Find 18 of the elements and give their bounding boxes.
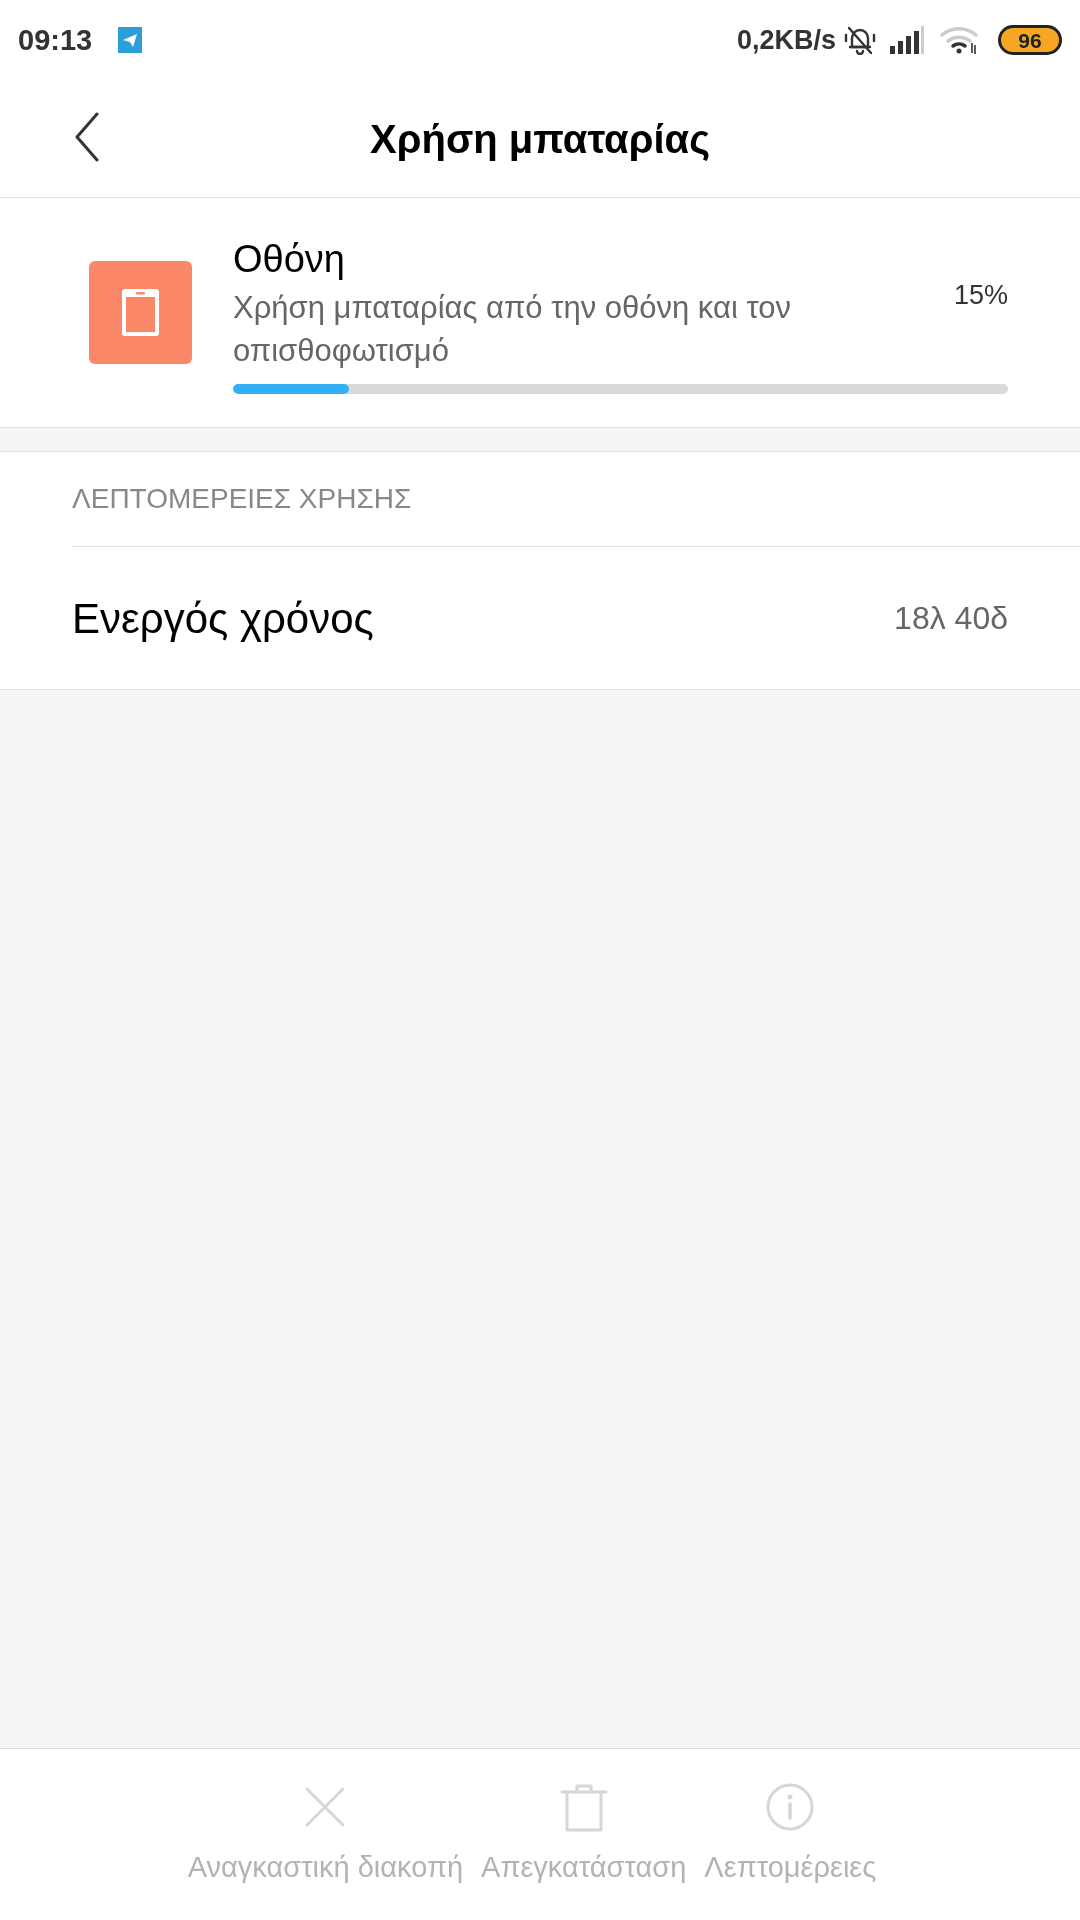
row-label: Ενεργός χρόνος	[72, 593, 374, 644]
usage-title: Οθόνη	[233, 236, 345, 282]
muted-bell-icon	[844, 25, 876, 55]
usage-percent: 15%	[953, 278, 1008, 312]
paper-plane-icon	[118, 27, 143, 53]
battery-indicator: 96	[998, 25, 1062, 55]
trash-icon	[559, 1783, 608, 1833]
row-value: 18λ 40δ	[894, 599, 1008, 638]
status-time: 09:13	[18, 25, 93, 55]
wifi-icon	[940, 25, 980, 55]
info-icon	[766, 1783, 815, 1833]
signal-icon	[890, 26, 924, 54]
back-icon[interactable]	[74, 112, 100, 162]
usage-description: Χρήση μπαταρίας από την οθόνη και τον οπισθοφωτισμό	[233, 288, 792, 370]
network-speed: 0,2KB/s	[736, 26, 836, 54]
section-heading: ΛΕΠΤΟΜΕΡΕΙΕΣ ΧΡΗΣΗΣ	[72, 482, 412, 516]
tablet-icon	[89, 261, 192, 364]
page-title: Χρήση μπαταρίας	[370, 115, 710, 163]
